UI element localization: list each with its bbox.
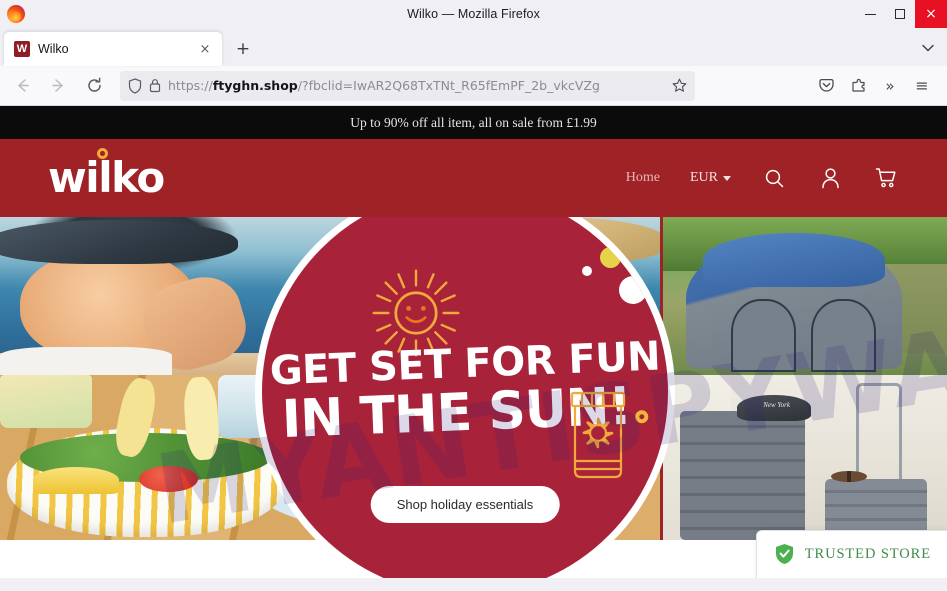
window-controls: × xyxy=(855,0,947,28)
luggage-cap-text: New York xyxy=(763,401,790,410)
promo-banner-text: Up to 90% off all item, all on sale from… xyxy=(350,114,597,130)
hero-circle: GET SET FOR FUN IN THE SUN! Shop holiday… xyxy=(255,217,675,578)
forward-arrow-icon xyxy=(51,79,63,92)
account-glyph-icon xyxy=(821,168,839,189)
pocket-icon[interactable] xyxy=(811,71,841,101)
trusted-store-badge: TRUSTED STORE xyxy=(755,530,947,578)
shield-icon xyxy=(128,77,142,94)
shield-check-icon xyxy=(775,544,793,564)
maximize-button[interactable] xyxy=(885,0,915,28)
lock-icon xyxy=(149,79,161,93)
list-all-tabs-button[interactable] xyxy=(913,34,943,62)
extensions-icon[interactable] xyxy=(843,71,873,101)
browser-tab-wilko[interactable]: W Wilko × xyxy=(4,32,222,66)
currency-selector[interactable]: EUR xyxy=(690,170,731,186)
promo-banner: Up to 90% off all item, all on sale from… xyxy=(0,106,947,139)
forward-button[interactable] xyxy=(42,71,74,101)
overflow-menu-button[interactable]: » xyxy=(875,71,905,101)
logo-dot-icon xyxy=(97,148,108,159)
url-scheme: https:// xyxy=(168,78,213,93)
cart-glyph-icon xyxy=(875,168,896,188)
window-title: Wilko — Mozilla Firefox xyxy=(407,7,540,21)
decor-ring-icon xyxy=(635,409,649,424)
decor-dot-large-white xyxy=(619,276,647,304)
puzzle-piece-icon xyxy=(851,78,865,92)
luggage-suitcase-photo: New York xyxy=(663,375,947,540)
decor-dot-small-white xyxy=(582,266,592,276)
minimize-icon xyxy=(864,13,876,15)
decor-dot-yellow xyxy=(600,247,621,268)
hero-tile-luggage: New York xyxy=(663,375,947,540)
url-text: https://ftyghn.shop/?fbclid=IwAR2Q68TxTN… xyxy=(168,78,665,93)
web-page-content: Up to 90% off all item, all on sale from… xyxy=(0,106,947,578)
user-icon[interactable] xyxy=(817,165,843,191)
pocket-glyph-icon xyxy=(818,78,834,92)
close-window-button[interactable]: × xyxy=(915,0,947,28)
site-header: wilko Home EUR xyxy=(0,139,947,217)
chevron-down-icon xyxy=(922,44,934,52)
cart-icon[interactable] xyxy=(873,165,899,191)
tab-strip: W Wilko × + xyxy=(0,28,947,66)
tab-title: Wilko xyxy=(38,42,69,56)
minimize-button[interactable] xyxy=(855,0,885,28)
reload-icon xyxy=(87,77,101,92)
currency-value: EUR xyxy=(690,170,718,185)
star-icon[interactable] xyxy=(672,78,687,93)
shop-holiday-essentials-button[interactable]: Shop holiday essentials xyxy=(370,486,560,523)
browser-toolbar: https://ftyghn.shop/?fbclid=IwAR2Q68TxTN… xyxy=(0,66,947,106)
toolbar-icons: » ≡ xyxy=(811,71,941,101)
close-icon: × xyxy=(925,6,937,22)
back-arrow-icon xyxy=(17,79,29,92)
tab-favicon-icon: W xyxy=(14,41,30,57)
maximize-icon xyxy=(895,9,905,19)
tab-close-icon[interactable]: × xyxy=(196,40,214,58)
hero-banner: New York GET SET FOR FUN IN THE SUN! Sho… xyxy=(0,217,947,578)
trusted-store-label: TRUSTED STORE xyxy=(804,545,931,562)
new-tab-button[interactable]: + xyxy=(228,34,258,64)
url-host: ftyghn.shop xyxy=(212,78,298,93)
camping-tent-photo xyxy=(663,217,947,375)
window-titlebar: Wilko — Mozilla Firefox × xyxy=(0,0,947,28)
site-logo-text: wilko xyxy=(48,153,165,202)
sunscreen-tube-icon xyxy=(570,391,626,479)
hero-tile-tent xyxy=(663,217,947,375)
site-nav: Home EUR xyxy=(626,165,899,191)
url-path: /?fbclid=IwAR2Q68TxTNt_R65fEmPF_2b_vkcVZ… xyxy=(297,78,600,93)
search-glyph-icon xyxy=(765,169,783,187)
app-menu-button[interactable]: ≡ xyxy=(907,71,937,101)
firefox-logo-icon xyxy=(5,3,27,25)
chevron-down-icon xyxy=(723,175,731,181)
search-icon[interactable] xyxy=(761,165,787,191)
back-button[interactable] xyxy=(6,71,38,101)
site-logo[interactable]: wilko xyxy=(48,148,165,199)
nav-item-home[interactable]: Home xyxy=(626,170,660,186)
reload-button[interactable] xyxy=(78,71,110,101)
address-bar[interactable]: https://ftyghn.shop/?fbclid=IwAR2Q68TxTN… xyxy=(120,70,695,101)
